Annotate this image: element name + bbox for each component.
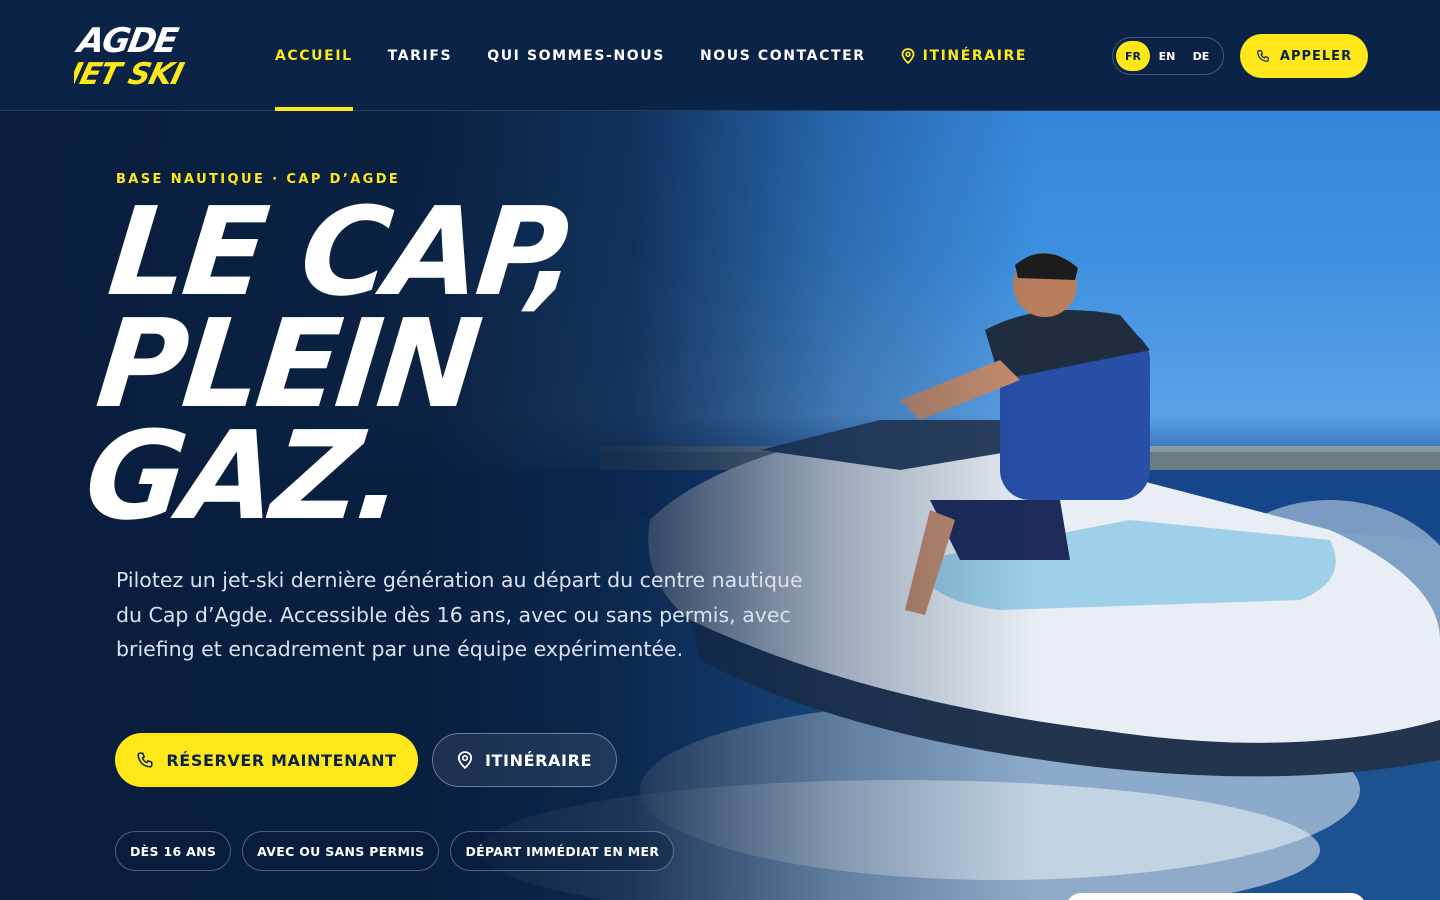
- nav-item-nous-contacter[interactable]: NOUS CONTACTER: [700, 0, 866, 111]
- hero-headline: LE CAP, PLEIN GAZ.: [79, 181, 756, 547]
- nav-item-itineraire[interactable]: ITINÉRAIRE: [901, 0, 1027, 111]
- svg-text:AGDE: AGDE: [74, 21, 181, 61]
- feature-chips: DÈS 16 ANS AVEC OU SANS PERMIS DÉPART IM…: [115, 831, 685, 871]
- lang-option-de[interactable]: DE: [1184, 41, 1218, 71]
- logo-mark: AGDE JET SKI: [60, 21, 187, 92]
- phone-icon: [1257, 50, 1269, 62]
- reserve-now-button[interactable]: RÉSERVER MAINTENANT: [115, 733, 418, 787]
- brand-logo[interactable]: AGDE JET SKI: [60, 20, 216, 92]
- nav-item-qui-sommes-nous[interactable]: QUI SOMMES-NOUS: [487, 0, 665, 111]
- nav-item-accueil[interactable]: ACCUEIL: [275, 0, 353, 111]
- map-pin-icon: [457, 751, 473, 769]
- nav-itineraire-label: ITINÉRAIRE: [922, 47, 1028, 64]
- map-pin-icon: [901, 47, 915, 64]
- headline-line-2: PLEIN: [90, 293, 484, 435]
- lang-option-en[interactable]: EN: [1150, 41, 1184, 71]
- headline-line-3: GAZ.: [79, 405, 408, 547]
- reserve-now-label: RÉSERVER MAINTENANT: [166, 750, 397, 770]
- lang-option-fr[interactable]: FR: [1116, 41, 1150, 71]
- call-button-label: APPELER: [1279, 48, 1353, 64]
- site-header: AGDE JET SKI ACCUEIL TARIFS QUI SOMMES-N…: [0, 0, 1440, 111]
- call-button[interactable]: APPELER: [1240, 34, 1368, 78]
- chip-age: DÈS 16 ANS: [115, 831, 232, 871]
- phone-icon: [137, 752, 153, 768]
- nav-item-tarifs[interactable]: TARIFS: [388, 0, 453, 111]
- chip-departure: DÉPART IMMÉDIAT EN MER: [450, 831, 675, 871]
- main-nav: ACCUEIL TARIFS QUI SOMMES-NOUS NOUS CONT…: [275, 0, 1062, 111]
- hero-lead-text: Pilotez un jet-ski dernière génération a…: [116, 568, 803, 661]
- headline-line-1: LE CAP,: [102, 181, 582, 323]
- floating-card-edge: [1066, 893, 1366, 900]
- language-switcher: FR EN DE: [1112, 37, 1224, 75]
- itinerary-button[interactable]: ITINÉRAIRE: [432, 733, 617, 787]
- itinerary-button-label: ITINÉRAIRE: [484, 750, 593, 770]
- svg-text:JET SKI: JET SKI: [74, 57, 187, 90]
- chip-license: AVEC OU SANS PERMIS: [242, 831, 440, 871]
